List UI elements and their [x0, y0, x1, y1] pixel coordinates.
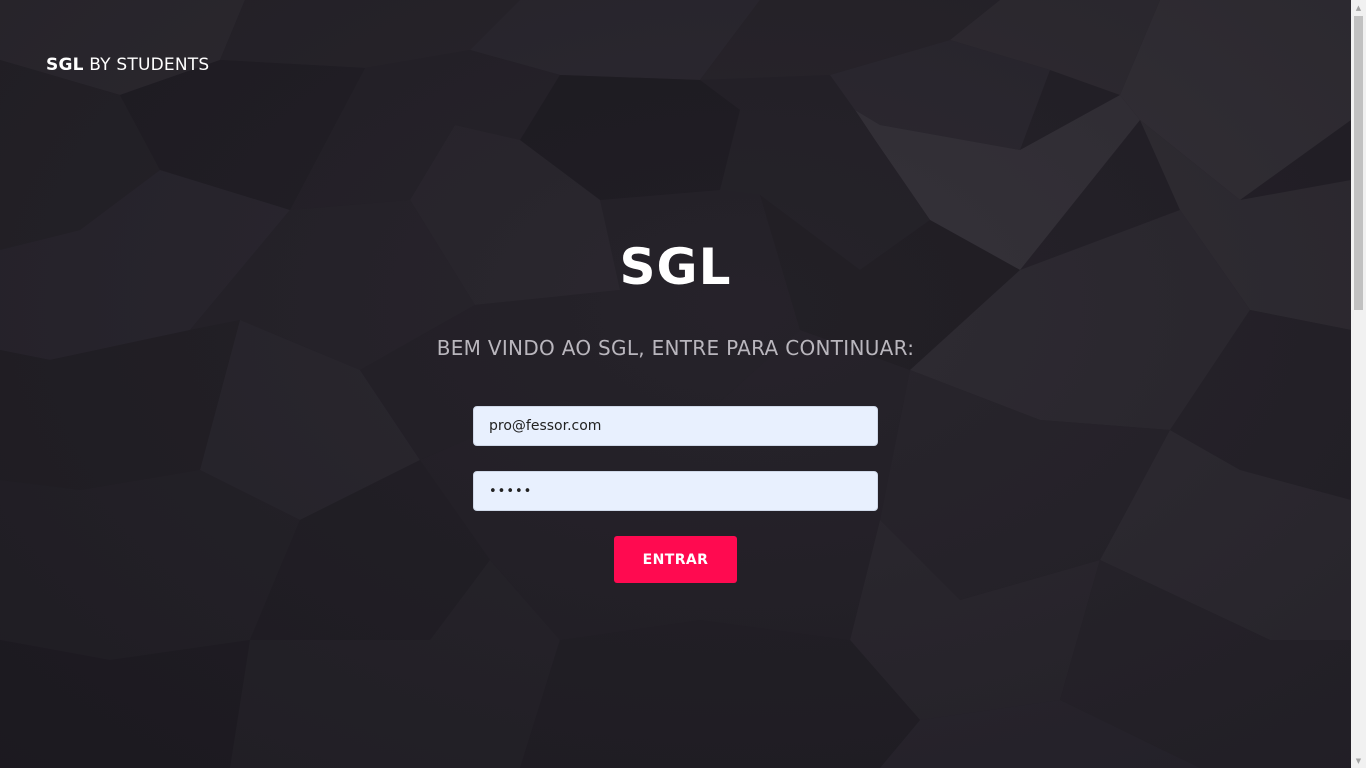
vertical-scrollbar[interactable]: ▲ ▼ [1351, 0, 1366, 768]
login-button[interactable]: ENTRAR [614, 536, 737, 583]
email-value: pro@fessor.com [489, 418, 602, 434]
login-page: SGL BY STUDENTS SGL BEM VINDO AO SGL, EN… [0, 0, 1366, 768]
background-pattern [0, 0, 1351, 768]
page-title: SGL [619, 238, 732, 296]
email-field[interactable]: pro@fessor.com [473, 406, 878, 446]
login-subtitle: BEM VINDO AO SGL, ENTRE PARA CONTINUAR: [436, 336, 915, 360]
scroll-up-arrow-icon[interactable]: ▲ [1351, 0, 1366, 15]
brand-name-light: BY STUDENTS [83, 55, 210, 75]
scrollbar-thumb[interactable] [1354, 16, 1363, 310]
password-field[interactable]: ••••• [473, 471, 878, 511]
brand-logo[interactable]: SGL BY STUDENTS [46, 55, 209, 75]
scroll-down-arrow-icon[interactable]: ▼ [1351, 753, 1366, 768]
brand-name-bold: SGL [46, 55, 84, 75]
password-value: ••••• [489, 483, 533, 499]
